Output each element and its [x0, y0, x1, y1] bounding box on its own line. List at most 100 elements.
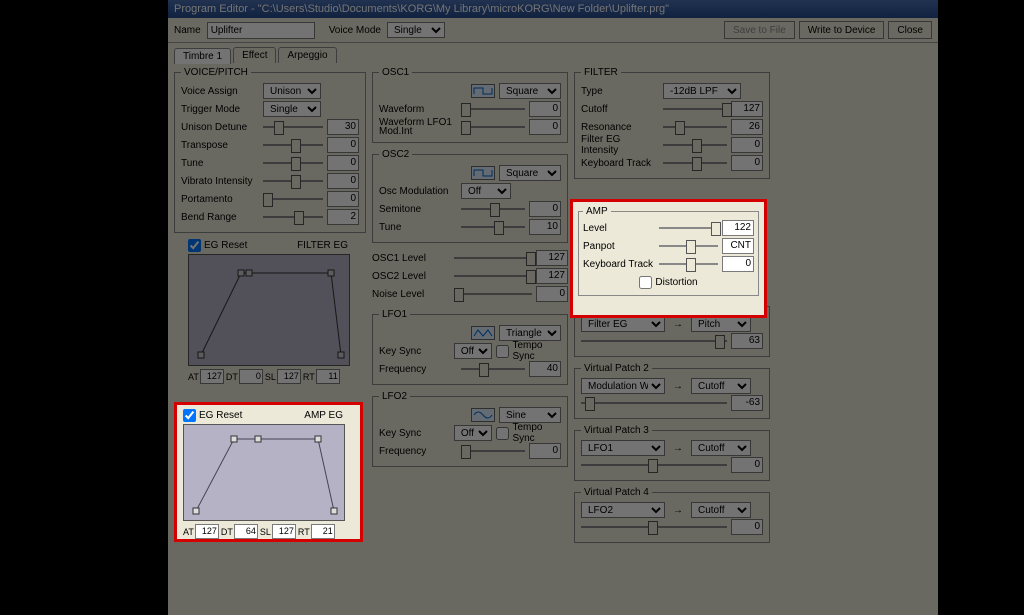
vp3-slider[interactable]: [581, 462, 727, 468]
osc1-lfo1-slider[interactable]: [461, 124, 525, 130]
vp2-group: Virtual Patch 2 Modulation Wheel → Cutof…: [574, 363, 770, 419]
vibrato-label: Vibrato Intensity: [181, 176, 259, 187]
filter-eg-rt[interactable]: 11: [316, 369, 340, 384]
filter-eg-reset-checkbox[interactable]: EG Reset: [188, 239, 247, 252]
lfo1-temposync-checkbox[interactable]: Tempo Sync: [496, 340, 561, 362]
voice-assign-select[interactable]: Unison: [263, 83, 321, 99]
vp2-slider[interactable]: [581, 400, 727, 406]
bend-range-label: Bend Range: [181, 212, 259, 223]
amp-level-value: 122: [722, 220, 754, 236]
lfo1-freq-slider[interactable]: [461, 366, 525, 372]
vp4-slider[interactable]: [581, 524, 727, 530]
arrow-icon: →: [669, 319, 687, 330]
vp1-dst-select[interactable]: Pitch: [691, 316, 751, 332]
portamento-value: 0: [327, 191, 359, 207]
lfo1-legend: LFO1: [379, 309, 410, 320]
arrow-icon: →: [669, 381, 687, 392]
tune-label: Tune: [181, 158, 259, 169]
filter-kbdtrack-slider[interactable]: [663, 160, 727, 166]
vp2-src-select[interactable]: Modulation Wheel: [581, 378, 665, 394]
trigger-mode-select[interactable]: Single: [263, 101, 321, 117]
filter-type-select[interactable]: -12dB LPF: [663, 83, 741, 99]
osc2-semitone-label: Semitone: [379, 204, 457, 215]
save-to-file-button[interactable]: Save to File: [724, 21, 795, 39]
amp-panpot-slider[interactable]: [659, 243, 718, 249]
amp-eg-reset-checkbox[interactable]: EG Reset: [183, 409, 242, 422]
mixer-group: OSC1 Level 127 OSC2 Level 127 Noise Leve…: [372, 249, 568, 303]
lfo2-freq-value: 0: [529, 443, 561, 459]
write-to-device-button[interactable]: Write to Device: [799, 21, 885, 39]
tab-timbre1[interactable]: Timbre 1: [174, 48, 231, 64]
osc2-level-slider[interactable]: [454, 273, 532, 279]
filter-group: FILTER Type -12dB LPF Cutoff 127 Resonan…: [574, 67, 770, 179]
osc1-level-value: 127: [536, 250, 568, 266]
filter-cutoff-slider[interactable]: [663, 106, 727, 112]
lfo1-keysync-label: Key Sync: [379, 346, 450, 357]
filter-eg-dt[interactable]: 0: [239, 369, 263, 384]
amp-eg-envelope[interactable]: [183, 424, 345, 521]
portamento-label: Portamento: [181, 194, 259, 205]
voice-mode-select[interactable]: Single: [387, 22, 445, 38]
tab-arpeggio[interactable]: Arpeggio: [278, 47, 336, 63]
vibrato-slider[interactable]: [263, 178, 323, 184]
lfo2-freq-slider[interactable]: [461, 448, 525, 454]
vp4-value: 0: [731, 519, 763, 535]
vp2-dst-select[interactable]: Cutoff: [691, 378, 751, 394]
unison-detune-slider[interactable]: [263, 124, 323, 130]
filter-egint-slider[interactable]: [663, 142, 727, 148]
osc2-semitone-value: 0: [529, 201, 561, 217]
filter-eg-sl[interactable]: 127: [277, 369, 301, 384]
vp3-dst-select[interactable]: Cutoff: [691, 440, 751, 456]
vp4-dst-select[interactable]: Cutoff: [691, 502, 751, 518]
vp4-src-select[interactable]: LFO2: [581, 502, 665, 518]
amp-eg-dt[interactable]: 64: [234, 524, 258, 539]
amp-kbdtrack-slider[interactable]: [659, 261, 718, 267]
osc2-tune-slider[interactable]: [461, 224, 525, 230]
trigger-mode-label: Trigger Mode: [181, 104, 259, 115]
bend-range-value: 2: [327, 209, 359, 225]
osc1-wave-select[interactable]: Square: [471, 83, 561, 99]
amp-eg-at[interactable]: 127: [195, 524, 219, 539]
bend-range-slider[interactable]: [263, 214, 323, 220]
amp-eg-rt[interactable]: 21: [311, 524, 335, 539]
amp-eg-sl[interactable]: 127: [272, 524, 296, 539]
close-button[interactable]: Close: [888, 21, 932, 39]
lfo1-freq-label: Frequency: [379, 364, 457, 375]
filter-eg-at[interactable]: 127: [200, 369, 224, 384]
osc2-wave-select[interactable]: Square: [471, 165, 561, 181]
lfo2-temposync-checkbox[interactable]: Tempo Sync: [496, 422, 561, 444]
amp-level-slider[interactable]: [659, 225, 718, 231]
filter-eg-envelope[interactable]: [188, 254, 350, 366]
osc2-mod-select[interactable]: Off: [461, 183, 511, 199]
amp-legend: AMP: [583, 206, 611, 217]
vp1-slider[interactable]: [581, 338, 727, 344]
noise-level-slider[interactable]: [454, 291, 532, 297]
osc1-level-slider[interactable]: [454, 255, 532, 261]
lfo1-wave-select[interactable]: Triangle: [471, 325, 561, 341]
vp4-group: Virtual Patch 4 LFO2 → Cutoff 0: [574, 487, 770, 543]
filter-resonance-slider[interactable]: [663, 124, 727, 130]
transpose-slider[interactable]: [263, 142, 323, 148]
vp3-value: 0: [731, 457, 763, 473]
amp-distortion-checkbox[interactable]: Distortion: [639, 276, 697, 289]
osc1-waveform-slider[interactable]: [461, 106, 525, 112]
vp3-src-select[interactable]: LFO1: [581, 440, 665, 456]
name-input[interactable]: [207, 22, 315, 39]
amp-level-label: Level: [583, 223, 655, 234]
portamento-slider[interactable]: [263, 196, 323, 202]
lfo2-wave-select[interactable]: Sine: [471, 407, 561, 423]
lfo1-freq-value: 40: [529, 361, 561, 377]
transpose-value: 0: [327, 137, 359, 153]
osc2-tune-value: 10: [529, 219, 561, 235]
noise-level-value: 0: [536, 286, 568, 302]
lfo1-keysync-select[interactable]: Off: [454, 343, 493, 359]
lfo2-keysync-select[interactable]: Off: [454, 425, 493, 441]
triangle-wave-icon: [471, 326, 495, 340]
amp-highlight: AMP Level 122 Panpot CNT Keyboard Track …: [570, 199, 767, 318]
osc2-level-value: 127: [536, 268, 568, 284]
tab-effect[interactable]: Effect: [233, 47, 276, 63]
osc2-semitone-slider[interactable]: [461, 206, 525, 212]
vp1-src-select[interactable]: Filter EG: [581, 316, 665, 332]
tune-slider[interactable]: [263, 160, 323, 166]
filter-type-label: Type: [581, 86, 659, 97]
